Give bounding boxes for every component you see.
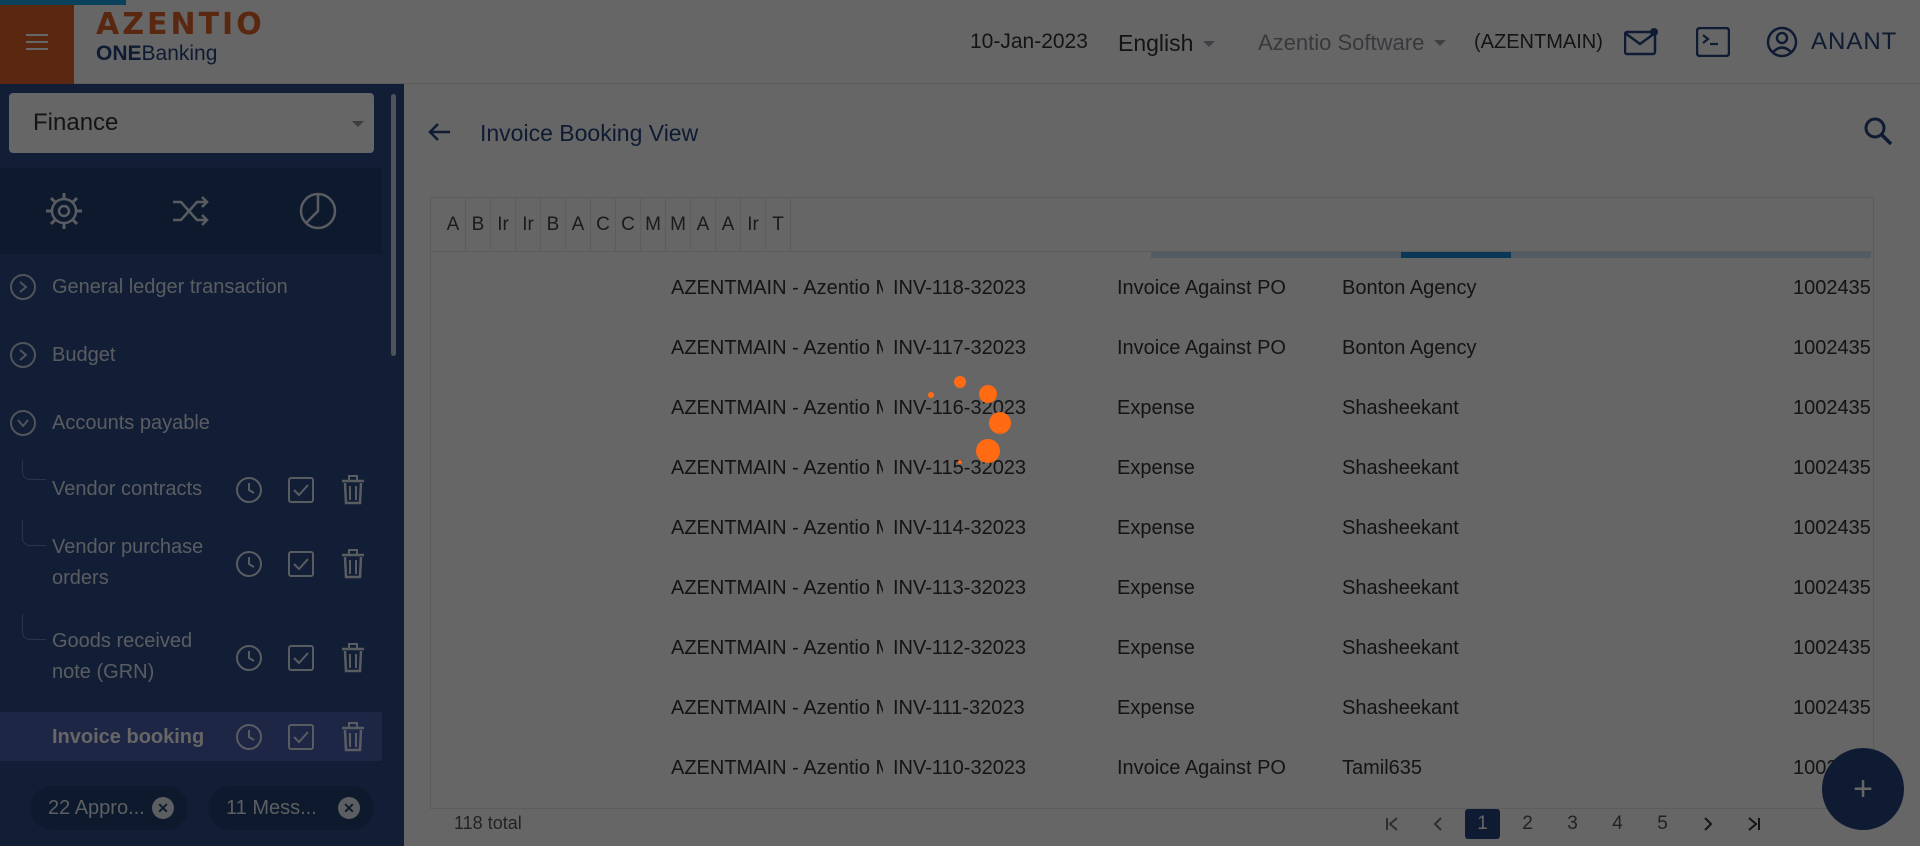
loading-spinner-icon (928, 376, 1011, 464)
